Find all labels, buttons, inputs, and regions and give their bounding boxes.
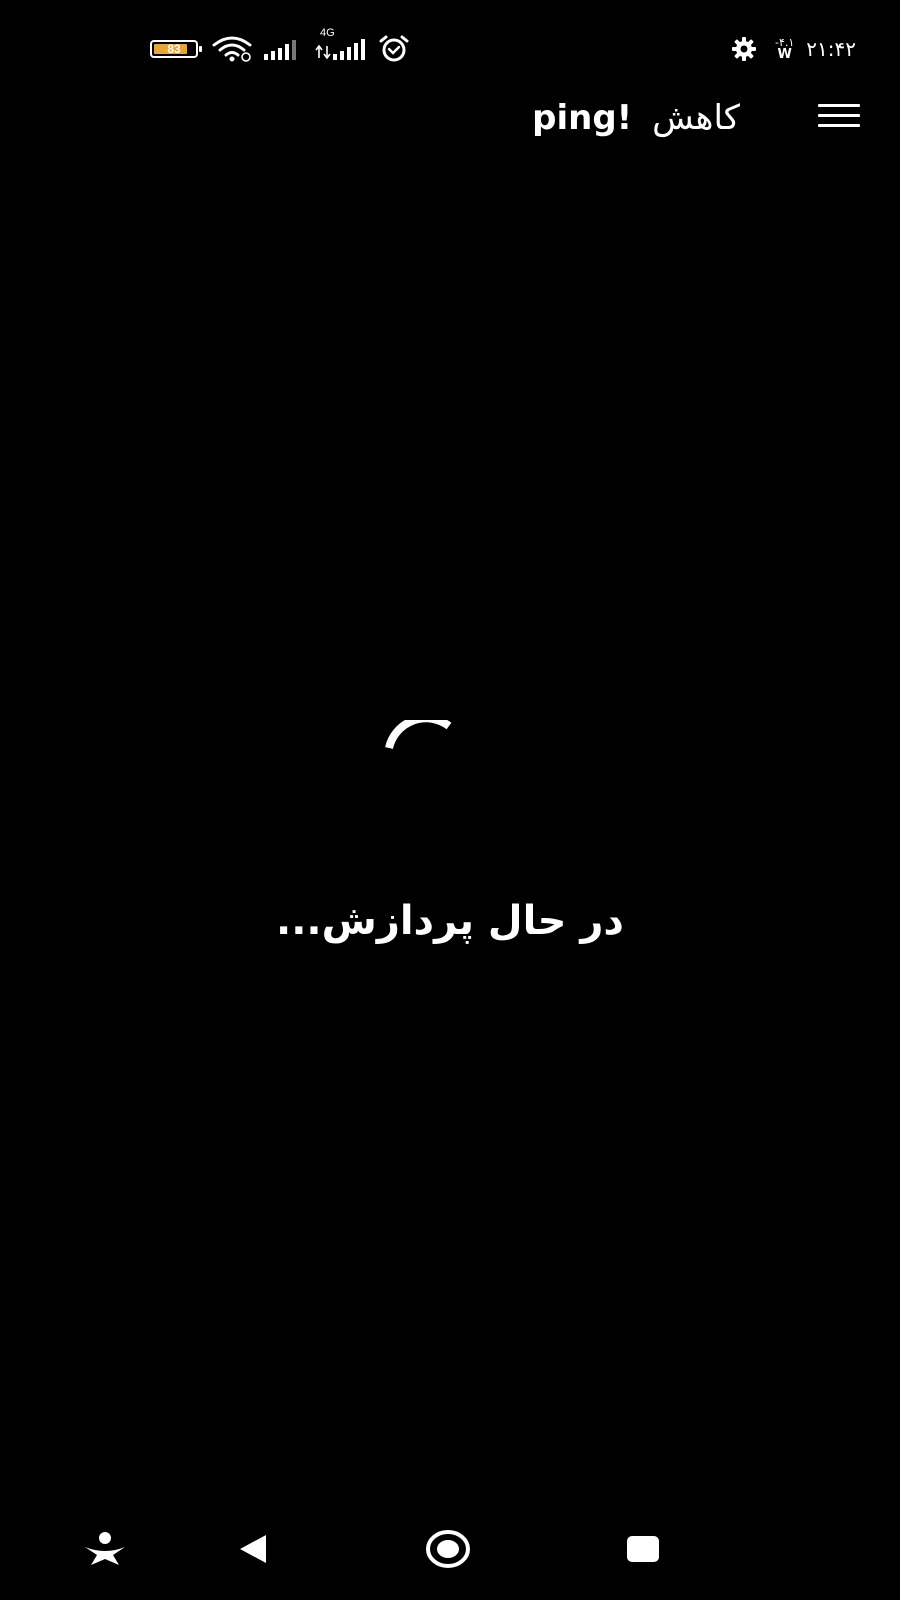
navigation-bar — [0, 1500, 900, 1600]
processing-message: در حال پردازش... — [276, 898, 624, 944]
menu-line — [818, 114, 860, 117]
weather-label: W — [777, 47, 792, 62]
app-title-persian: کاهش — [652, 98, 740, 138]
alarm-icon — [378, 35, 410, 63]
weather-indicator: -۴.۱ W — [775, 37, 794, 62]
hamburger-menu-icon[interactable] — [818, 104, 860, 134]
battery-level: 83 — [167, 42, 181, 56]
status-bar: 83 4G -۴.۱ W ۲۱:۴۲ — [0, 0, 900, 90]
app-title: کاهش ping! — [532, 96, 740, 140]
network-type-label: 4G — [320, 27, 335, 39]
menu-line — [818, 124, 860, 127]
status-icons-right: -۴.۱ W ۲۱:۴۲ — [731, 32, 856, 66]
loading-spinner-icon — [385, 714, 465, 800]
recents-icon[interactable] — [618, 1524, 668, 1574]
clock: ۲۱:۴۲ — [806, 37, 856, 61]
menu-line — [818, 104, 860, 107]
gear-icon — [731, 36, 757, 62]
wifi-icon — [212, 36, 252, 62]
signal-4g-icon: 4G — [314, 28, 366, 60]
back-icon[interactable] — [228, 1524, 278, 1574]
screen: 83 4G -۴.۱ W ۲۱:۴۲ کاهشping! در حال پردا… — [0, 0, 900, 1600]
app-header: کاهش ping! — [0, 90, 900, 146]
status-icons-left: 83 4G — [150, 28, 422, 64]
battery-tip — [199, 46, 202, 52]
accessibility-icon[interactable] — [80, 1524, 130, 1574]
battery-icon: 83 — [150, 40, 202, 58]
signal-icon — [264, 38, 302, 60]
home-icon[interactable] — [423, 1524, 473, 1574]
app-title-latin: ping! — [532, 98, 633, 138]
